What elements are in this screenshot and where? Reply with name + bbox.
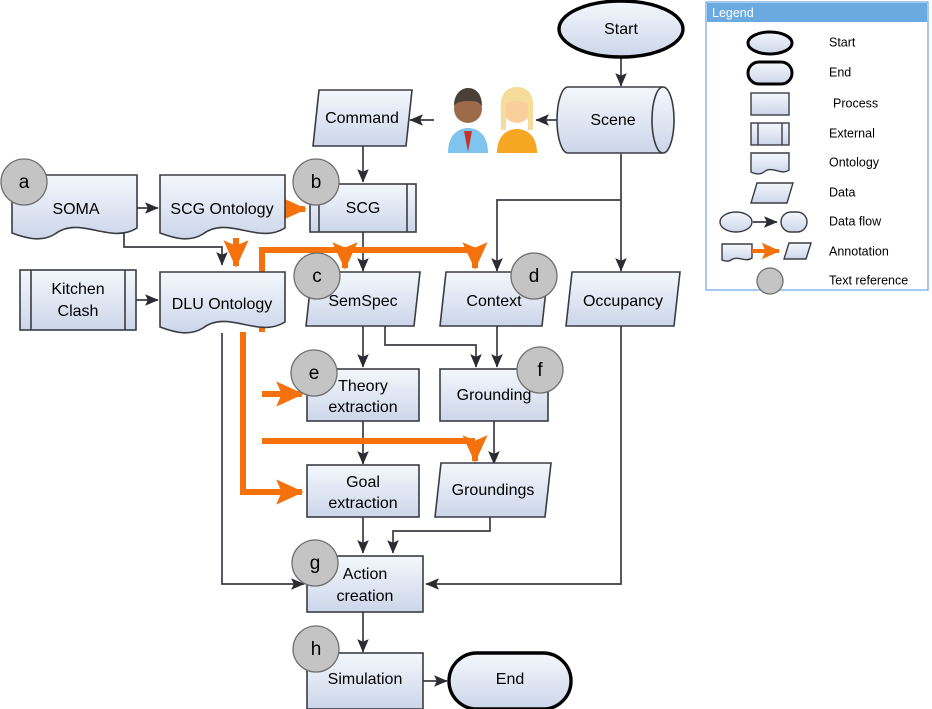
node-action-label-line1: Action: [343, 566, 387, 583]
text-reference-d-label: d: [529, 266, 540, 287]
node-scg-ontology-label: SCG Ontology: [170, 201, 273, 218]
actor-female: [497, 87, 537, 153]
text-reference-f-label: f: [537, 360, 543, 381]
legend-item-label: Text reference: [829, 273, 908, 287]
text-reference-c-label: c: [312, 266, 322, 287]
legend-panel: Legend Start End Process External Ontolo…: [705, 1, 929, 295]
node-semspec-label: SemSpec: [328, 293, 397, 310]
end-shape-icon: [746, 60, 794, 86]
diagram-canvas: Start Scene Command SOMA SCG Ontology SC…: [0, 0, 932, 709]
legend-item-label: Ontology: [829, 155, 880, 169]
legend-title: Legend: [712, 6, 754, 20]
text-reference-g-label: g: [310, 553, 321, 574]
text-reference-h[interactable]: h: [292, 625, 340, 673]
node-goal-label-line2: extraction: [328, 495, 397, 512]
annotation-dluontology-to-goal: [240, 332, 304, 505]
legend-item-label: End: [829, 65, 851, 79]
node-action-label-line2: creation: [337, 588, 394, 605]
actor-male: [448, 88, 488, 153]
text-reference-a-label: a: [19, 172, 30, 193]
node-dlu-ontology[interactable]: DLU Ontology: [159, 271, 286, 334]
node-goal-label-line1: Goal: [346, 474, 380, 491]
legend-item-label: Annotation: [829, 244, 889, 258]
node-occupancy-label: Occupancy: [583, 293, 663, 310]
legend-item-label: Process: [833, 96, 878, 110]
node-kitchen-clash-label-line1: Kitchen: [51, 281, 104, 298]
node-goal-extraction[interactable]: Goal extraction: [306, 464, 420, 518]
node-scg-label: SCG: [346, 200, 381, 217]
node-groundings-label: Groundings: [452, 482, 535, 499]
data-shape-icon: [750, 182, 794, 204]
node-kitchen-clash[interactable]: Kitchen Clash: [19, 269, 137, 331]
flow-scene-to-context: [491, 199, 621, 272]
process-shape-icon: [750, 92, 790, 116]
text-reference-c[interactable]: c: [293, 252, 341, 300]
node-scene[interactable]: Scene: [556, 86, 675, 154]
node-command[interactable]: Command: [312, 89, 413, 147]
text-reference-f[interactable]: f: [516, 346, 564, 394]
text-reference-b-label: b: [311, 172, 322, 193]
node-soma-label: SOMA: [52, 201, 99, 218]
node-simulation-label: Simulation: [328, 671, 403, 688]
text-reference-circle-icon: [756, 267, 784, 295]
node-theory-label-line2: extraction: [328, 399, 397, 416]
text-reference-e-label: e: [309, 363, 320, 384]
legend-item-label: Data: [829, 185, 855, 199]
flow-semspec-to-grounding: [384, 326, 482, 368]
node-theory-label-line1: Theory: [338, 378, 388, 395]
text-reference-e[interactable]: e: [290, 349, 338, 397]
text-reference-a[interactable]: a: [0, 158, 48, 206]
start-shape-icon: [746, 30, 794, 56]
flowchart-svg: Start Scene Command SOMA SCG Ontology SC…: [0, 0, 929, 709]
node-command-label: Command: [325, 110, 399, 127]
node-grounding-label: Grounding: [457, 387, 532, 404]
node-end[interactable]: End: [447, 651, 573, 709]
annotation-connectors: [223, 196, 488, 505]
node-start[interactable]: Start: [557, 0, 685, 59]
legend-item-label: External: [829, 126, 875, 140]
node-context-label: Context: [466, 293, 522, 310]
node-scg-ontology[interactable]: SCG Ontology: [159, 174, 286, 240]
node-kitchen-clash-label-line2: Clash: [58, 303, 99, 320]
node-occupancy[interactable]: Occupancy: [565, 271, 681, 327]
flow-groundings-to-action: [387, 517, 491, 554]
text-reference-b[interactable]: b: [292, 158, 340, 206]
node-dlu-ontology-label: DLU Ontology: [172, 296, 273, 313]
text-reference-g[interactable]: g: [291, 539, 339, 587]
node-start-label: Start: [604, 21, 638, 38]
legend-item-label: Data flow: [829, 214, 882, 228]
node-end-label: End: [496, 671, 524, 688]
external-shape-icon: [750, 122, 790, 146]
node-scene-label: Scene: [590, 112, 635, 129]
node-groundings[interactable]: Groundings: [434, 462, 552, 518]
text-reference-h-label: h: [311, 639, 322, 660]
legend-item-label: Start: [829, 35, 856, 49]
text-reference-d[interactable]: d: [510, 252, 558, 300]
